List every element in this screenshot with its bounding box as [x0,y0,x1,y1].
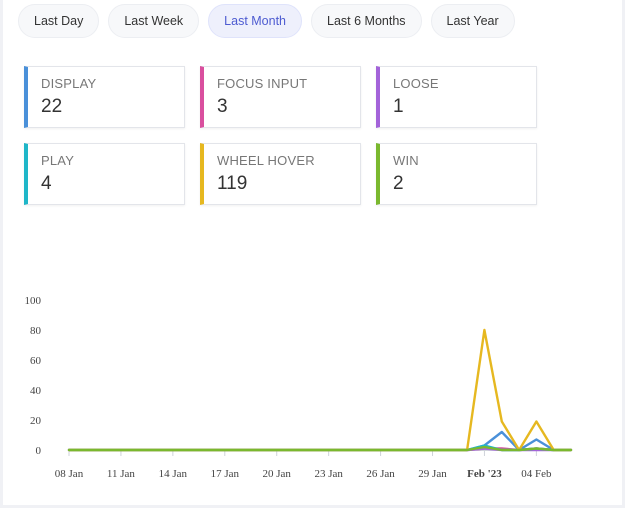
x-tick-label: 17 Jan [211,468,240,480]
x-tick-label: 29 Jan [418,468,447,480]
stat-label: LOOSE [393,76,439,91]
y-tick-label: 100 [25,295,42,307]
stat-card-win: WIN 2 [376,143,537,205]
last-6-months-button[interactable]: Last 6 Months [311,4,422,38]
y-tick-label: 20 [30,415,42,427]
stat-value: 2 [393,173,404,194]
stat-label: PLAY [41,153,75,168]
stat-label: FOCUS INPUT [217,76,308,91]
y-tick-label: 40 [30,385,42,397]
time-range-selector: Last Day Last Week Last Month Last 6 Mon… [18,4,515,38]
y-tick-label: 60 [30,355,42,367]
stat-value: 3 [217,96,228,117]
x-tick-label: 11 Jan [107,468,136,480]
stat-label: WHEEL HOVER [217,153,315,168]
stat-card-display: DISPLAY 22 [24,66,185,128]
x-tick-label: 26 Jan [366,468,395,480]
last-day-button[interactable]: Last Day [18,4,100,38]
stat-value: 22 [41,96,63,117]
y-tick-label: 80 [30,325,42,337]
stat-value: 1 [393,96,404,117]
x-tick-label: Feb '23 [467,468,502,480]
x-tick-label: 04 Feb [521,468,552,480]
y-tick-label: 0 [36,445,42,457]
events-line-chart: 100 80 60 40 20 0 08 Jan 11 Jan 14 Jan 17 Jan 20 J… [25,295,573,480]
stat-value: 119 [217,173,248,194]
x-tick-label: 20 Jan [263,468,292,480]
stat-card-wheel-hover: WHEEL HOVER 119 [200,143,361,205]
stat-value: 4 [41,173,52,194]
last-month-button[interactable]: Last Month [208,4,303,38]
stat-cards: DISPLAY 22 FOCUS INPUT 3 LOOSE 1 PLAY 4 … [24,66,537,205]
stat-card-loose: LOOSE 1 [376,66,537,128]
stat-label: WIN [393,153,419,168]
last-week-button[interactable]: Last Week [108,4,200,38]
x-tick-label: 08 Jan [55,468,84,480]
x-tick-label: 23 Jan [314,468,343,480]
series-line-wheel-hover [67,328,573,452]
stat-card-play: PLAY 4 [24,143,185,205]
x-tick-label: 14 Jan [159,468,188,480]
stat-label: DISPLAY [41,76,97,91]
stat-card-focus-input: FOCUS INPUT 3 [200,66,361,128]
last-year-button[interactable]: Last Year [430,4,515,38]
